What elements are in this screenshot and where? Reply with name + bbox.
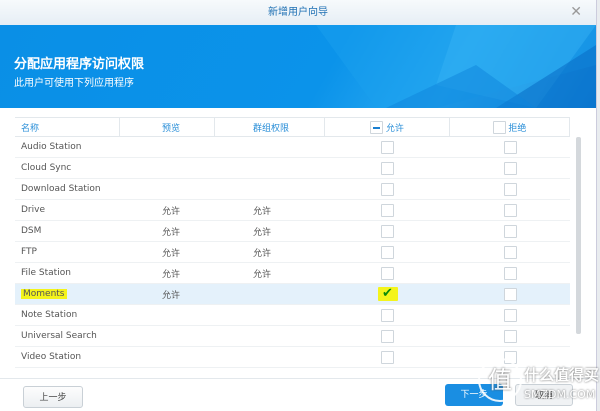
banner: 分配应用程序访问权限 此用户可使用下列应用程序 [0,25,596,108]
preview-cell: 允许 [162,248,181,259]
scrollbar[interactable] [576,137,581,334]
group-cell [215,158,325,178]
preview-cell [120,137,215,157]
allow-checkbox[interactable] [381,350,394,364]
preview-cell [120,158,215,178]
table-header: 名称 预览 群组权限 允许 拒绝 [15,117,570,137]
app-name: Audio Station [21,142,82,152]
header-deny: 拒绝 [450,118,570,136]
table-row[interactable]: DSM 允许 允许 [15,221,570,242]
app-name: Drive [21,205,45,215]
preview-cell: 允许 [162,290,181,301]
table-row[interactable]: Download Station [15,179,570,200]
app-permission-table: 名称 预览 群组权限 允许 拒绝 Audio Station Cloud Syn… [15,117,570,368]
deny-checkbox[interactable] [503,329,517,343]
group-cell [215,179,325,199]
group-cell: 允许 [253,269,272,280]
deny-checkbox[interactable] [503,203,517,217]
deny-all-checkbox[interactable] [492,120,506,134]
watermark: 值 什么值得买 SMZDM.COM [478,352,600,411]
allow-checkbox[interactable] [381,140,394,154]
preview-cell: 允许 [162,269,181,280]
header-group[interactable]: 群组权限 [215,118,325,136]
group-cell [215,326,325,346]
deny-checkbox[interactable] [503,308,517,322]
app-name: Download Station [21,184,101,194]
deny-checkbox[interactable] [503,287,517,301]
app-name: Moments [21,289,67,299]
add-user-wizard-dialog: 新增用户向导 ✕ 分配应用程序访问权限 此用户可使用下列应用程序 名称 预览 群… [0,0,597,411]
group-cell [215,137,325,157]
group-cell [215,284,325,304]
preview-cell [120,326,215,346]
allow-all-checkbox[interactable] [370,120,384,134]
group-cell: 允许 [253,227,272,238]
header-allow: 允许 [325,118,450,136]
app-name: Video Station [21,352,82,362]
allow-checkbox[interactable] [381,308,394,322]
table-row[interactable]: Note Station [15,305,570,326]
header-preview[interactable]: 预览 [120,118,215,136]
allow-checkbox-checked[interactable]: ✔ [377,287,398,301]
deny-checkbox[interactable] [503,161,517,175]
app-name: FTP [21,247,37,257]
watermark-line1: 什么值得买 [524,366,600,384]
header-name[interactable]: 名称 [15,118,120,136]
prev-button[interactable]: 上一步 [23,386,83,408]
preview-cell [120,179,215,199]
allow-checkbox[interactable] [381,266,394,280]
preview-cell [120,347,215,367]
group-cell [215,305,325,325]
allow-checkbox[interactable] [381,182,394,196]
group-cell [215,347,325,367]
close-icon[interactable]: ✕ [570,0,582,25]
allow-checkbox[interactable] [381,224,394,238]
deny-checkbox[interactable] [503,245,517,259]
title-bar: 新增用户向导 ✕ [0,0,596,25]
header-allow-label: 允许 [385,123,404,134]
app-name: Universal Search [21,331,97,341]
header-deny-label: 拒绝 [508,123,527,134]
table-row[interactable]: Audio Station [15,137,570,158]
group-cell: 允许 [253,206,272,217]
app-name: Cloud Sync [21,163,72,173]
deny-checkbox[interactable] [503,182,517,196]
table-row[interactable]: File Station 允许 允许 [15,263,570,284]
banner-title: 分配应用程序访问权限 [14,57,145,72]
preview-cell: 允许 [162,206,181,217]
preview-cell [120,305,215,325]
table-row[interactable]: Universal Search [15,326,570,347]
table-row[interactable]: Moments 允许 ✔ [15,284,570,305]
allow-checkbox[interactable] [381,161,394,175]
deny-checkbox[interactable] [503,266,517,280]
allow-checkbox[interactable] [381,245,394,259]
group-cell: 允许 [253,248,272,259]
table-row[interactable]: FTP 允许 允许 [15,242,570,263]
deny-checkbox[interactable] [503,224,517,238]
app-name: DSM [21,226,42,236]
preview-cell: 允许 [162,227,181,238]
table-row[interactable]: Drive 允许 允许 [15,200,570,221]
watermark-logo: 值 [478,358,522,402]
deny-checkbox[interactable] [503,140,517,154]
allow-checkbox[interactable] [381,203,394,217]
allow-checkbox[interactable] [381,329,394,343]
banner-subtitle: 此用户可使用下列应用程序 [14,78,134,89]
table-row[interactable]: Cloud Sync [15,158,570,179]
app-name: Note Station [21,310,78,320]
watermark-line2: SMZDM.COM [524,388,596,401]
window-title: 新增用户向导 [268,7,328,18]
app-name: File Station [21,268,71,278]
